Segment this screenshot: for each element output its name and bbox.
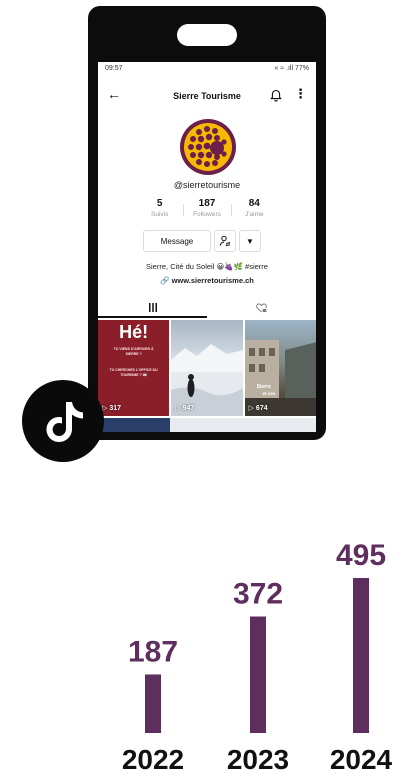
- phone-mockup: 09:57 « ≈ .ıll 77% ← Sierre Tourisme ⋮ @…: [88, 6, 326, 440]
- tiktok-logo: [22, 380, 104, 462]
- stat-following[interactable]: 5 Suivis: [136, 198, 183, 222]
- more-options-icon[interactable]: ⋮: [294, 87, 307, 100]
- stat-value: 5: [156, 198, 163, 209]
- profile-title: Sierre Tourisme: [173, 91, 241, 101]
- view-count: 674: [255, 405, 268, 412]
- stat-value: 187: [198, 198, 216, 209]
- video-views: ▷ 674: [248, 405, 268, 412]
- tab-liked[interactable]: [207, 298, 316, 318]
- message-button[interactable]: Message: [143, 230, 211, 252]
- video-caption-line: TU CHERCHES L'OFFICE DU: [109, 368, 158, 372]
- dropdown-button[interactable]: ▼: [239, 230, 261, 252]
- snow-mountain-scene: [171, 344, 243, 416]
- grid-icon: [148, 302, 157, 312]
- bar-value-label: 495: [336, 539, 386, 572]
- video-grid: Hé! TU VIENS D'ARRIVER À SIERRE ? TU CHE…: [98, 320, 316, 416]
- video-thumbnail[interactable]: Sierre et ses ▷ 674: [244, 320, 316, 416]
- bar-value-label: 372: [233, 578, 283, 611]
- stat-label: Suivis: [150, 211, 169, 218]
- video-caption-line: TOURISME ? 👀: [120, 373, 148, 377]
- video-views: ▷ 947: [175, 405, 195, 412]
- stat-likes[interactable]: 84 J'aime: [230, 198, 278, 222]
- video-caption-line: SIERRE ?: [125, 352, 142, 356]
- status-time: 09:57: [105, 65, 123, 72]
- video-overlay-text: Sierre: [256, 384, 271, 390]
- stat-label: Followers: [193, 211, 221, 218]
- caret-down-icon: ▼: [246, 236, 254, 246]
- profile-link-text: www.sierretourisme.ch: [171, 276, 254, 285]
- stat-label: J'aime: [245, 211, 264, 218]
- video-views: ▷ 317: [102, 405, 122, 412]
- bell-icon[interactable]: [270, 89, 282, 102]
- category-label: 2022: [122, 744, 184, 775]
- status-indicators: « ≈ .ıll 77%: [274, 65, 309, 74]
- stat-value: 84: [248, 198, 260, 209]
- followers-bar-chart: 187 2022 372 2023 495 2024: [122, 539, 393, 775]
- town-scene: [244, 340, 316, 416]
- video-caption-line: TU VIENS D'ARRIVER À: [113, 347, 154, 351]
- signal-icons: « ≈ .ıll: [274, 65, 294, 72]
- video-overlay-text: et ses: [262, 391, 276, 396]
- profile-link[interactable]: 🔗 www.sierretourisme.ch: [98, 276, 316, 285]
- video-thumbnail[interactable]: Hé! TU VIENS D'ARRIVER À SIERRE ? TU CHE…: [98, 320, 170, 416]
- category-label: 2023: [227, 744, 289, 775]
- phone-screen: 09:57 « ≈ .ıll 77% ← Sierre Tourisme ⋮ @…: [98, 62, 316, 432]
- bar-value-label: 187: [128, 635, 178, 668]
- phone-notch: [177, 24, 237, 46]
- video-thumbnail[interactable]: ▷ 947: [171, 320, 243, 416]
- heart-lock-icon: [256, 303, 267, 313]
- user-switch-icon: [219, 235, 231, 247]
- avatar[interactable]: [179, 118, 237, 176]
- app-bar: ← Sierre Tourisme ⋮: [98, 82, 316, 110]
- view-count: 317: [109, 405, 122, 412]
- category-label: 2024: [330, 744, 393, 775]
- bar-2022: [145, 674, 161, 733]
- profile-actions: Message ▼: [143, 230, 261, 252]
- profile-tabs: [98, 298, 316, 318]
- bar-2023: [250, 616, 266, 733]
- view-count: 947: [182, 405, 195, 412]
- profile-bio: Sierre, Cité du Soleil 😀🍇🌿 #sierre: [146, 262, 268, 271]
- tab-videos[interactable]: [98, 298, 207, 318]
- next-row-preview-dark: [98, 418, 170, 432]
- profile-handle: @sierretourisme: [173, 180, 241, 190]
- link-icon: 🔗: [160, 276, 170, 285]
- video-headline: Hé!: [119, 322, 149, 342]
- followed-user-button[interactable]: [214, 230, 236, 252]
- bar-2024: [353, 578, 369, 733]
- profile-stats: 5 Suivis 187 Followers 84 J'aime: [136, 198, 278, 222]
- battery-level: 77%: [294, 65, 309, 72]
- tiktok-note-icon: [46, 402, 83, 442]
- status-bar: 09:57 « ≈ .ıll 77%: [105, 65, 309, 74]
- stat-followers[interactable]: 187 Followers: [183, 198, 230, 222]
